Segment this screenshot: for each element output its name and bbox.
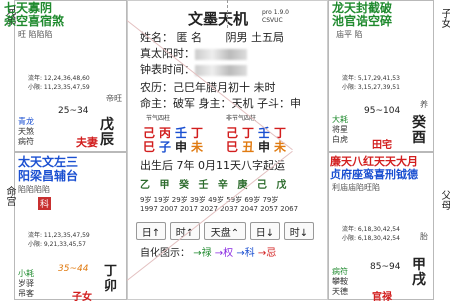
bl-stars-row2: 阳梁昌辅台 (18, 169, 79, 183)
bl-flow: 流年: 11,23,35,47,59 (28, 232, 90, 239)
legend-quan: →权 (214, 248, 234, 259)
left-edge-bottom: 命宫 (4, 186, 15, 206)
tl-gong: 戊辰 (100, 117, 114, 148)
name-row: 姓名： 匿 名 阴男 土五局 (140, 30, 284, 45)
tr-gong: 癸酉 (412, 115, 426, 146)
right-edge-top: 子女 (439, 8, 450, 28)
tr-stars-row2: 池官诰空碎 (332, 14, 393, 28)
gender: 阴男 土五局 (225, 31, 285, 44)
tr-flow: 流年: 5,17,29,41,53 (342, 75, 400, 82)
br-stars-row1: 廉天八红天天大月 (330, 155, 418, 168)
br-stars-row2: 贞府座鸾喜刑钺德 (330, 168, 418, 181)
tl-minor: 小限: 11,23,35,47,59 (28, 84, 90, 91)
app-title: 文墨天机 (188, 10, 249, 28)
br-gong: 甲戌 (412, 257, 426, 288)
tr-minor: 小限: 3,15,27,39,51 (342, 84, 400, 91)
legend-lu: →禄 (193, 248, 212, 259)
bl-gong-name: 子女 (72, 292, 92, 303)
tr-age: 95~104 (364, 106, 401, 116)
tr-gong-name: 田宅 (372, 140, 392, 151)
br-god-1: 病符 (332, 267, 348, 276)
tl-god-2: 天煞 (18, 127, 34, 136)
tl-god-3: 病符 (18, 137, 34, 146)
master-row: 命主：破军 身主：天机 子斗：申 (140, 97, 301, 110)
bl-brightness: 陷陷陷陷 (18, 185, 50, 194)
legend-ke: →科 (236, 248, 255, 259)
tr-god-3: 白虎 (332, 135, 348, 144)
hour-down-button[interactable]: 时↓ (284, 222, 314, 240)
app-version2: CSVUC (262, 17, 283, 24)
tr-god-2: 将星 (332, 125, 348, 134)
bl-badge: 科 (38, 197, 52, 210)
tr-god-1: 大耗 (332, 115, 348, 124)
right-edge-bottom: 父母 (439, 190, 450, 210)
tl-ganzhi-top: 帝旺 (106, 94, 122, 103)
pillar-head-left: 节气四柱 (146, 115, 171, 122)
name-value: 匿 名 (176, 31, 203, 44)
bl-god-1: 小耗 (18, 269, 34, 278)
dayun-top: 乙 甲 癸 壬 辛 庚 己 戊 (140, 180, 290, 191)
br-god-3: 天德 (332, 287, 348, 296)
tl-god-1: 青龙 (18, 117, 34, 126)
bl-god-2: 岁驿 (18, 279, 34, 288)
pillars-left-b: 巳子申未 (143, 140, 208, 154)
legend-ji: →忌 (257, 248, 277, 259)
center-dash-line (227, 0, 228, 28)
tl-age: 25~34 (58, 106, 89, 116)
tl-brightness: 旺 陷陷陷 (18, 30, 53, 39)
qiyun-row: 出生后 7年 0月11天八字起运 (140, 159, 285, 172)
app-version: pro 1.9.0 (262, 9, 289, 16)
clock-label: 钟表时间： (140, 63, 195, 76)
bl-stars-row1: 太天文左三 (18, 155, 79, 169)
br-flow: 流年: 6,18,30,42,54 (342, 226, 400, 233)
true-sun-row: 真太阳时： (140, 46, 247, 61)
day-down-button[interactable]: 日↓ (250, 222, 280, 240)
br-age: 85~94 (370, 262, 401, 272)
dayun-age: 9岁 19岁 29岁 39岁 49岁 59岁 69岁 79岁 (140, 196, 279, 204)
tl-stars-row2: 杀空喜宿煞 (4, 14, 65, 28)
br-minor: 小限: 6,18,30,42,54 (342, 235, 400, 242)
br-ganzhi-top: 胎 (420, 232, 428, 241)
clock-value (195, 64, 247, 76)
tl-flow: 流年: 12,24,36,48,60 (28, 75, 90, 82)
br-brightness: 利庙庙陷旺陷 (332, 183, 380, 192)
tianpan-button[interactable]: 天盘⌃ (204, 222, 246, 240)
bl-age: 35~44 (58, 264, 89, 274)
bl-god-3: 吊客 (18, 289, 34, 298)
tl-stars-row1: 七天寡阴 (4, 1, 53, 15)
bl-gong: 丁卯 (104, 264, 118, 294)
day-up-button[interactable]: 日↑ (136, 222, 166, 240)
br-gong-name: 官禄 (372, 292, 392, 303)
tl-gong-name: 夫妻 (76, 136, 98, 149)
clock-row: 钟表时间： (140, 62, 247, 77)
true-sun-value (195, 48, 247, 60)
br-god-2: 攀鞍 (332, 277, 348, 286)
tr-stars-row1: 龙天封截破 (332, 1, 393, 15)
tr-ganzhi-top: 养 (420, 100, 428, 109)
bl-minor: 小限: 9,21,33,45,57 (28, 241, 86, 248)
tr-brightness: 庙平 陷 (336, 30, 363, 39)
